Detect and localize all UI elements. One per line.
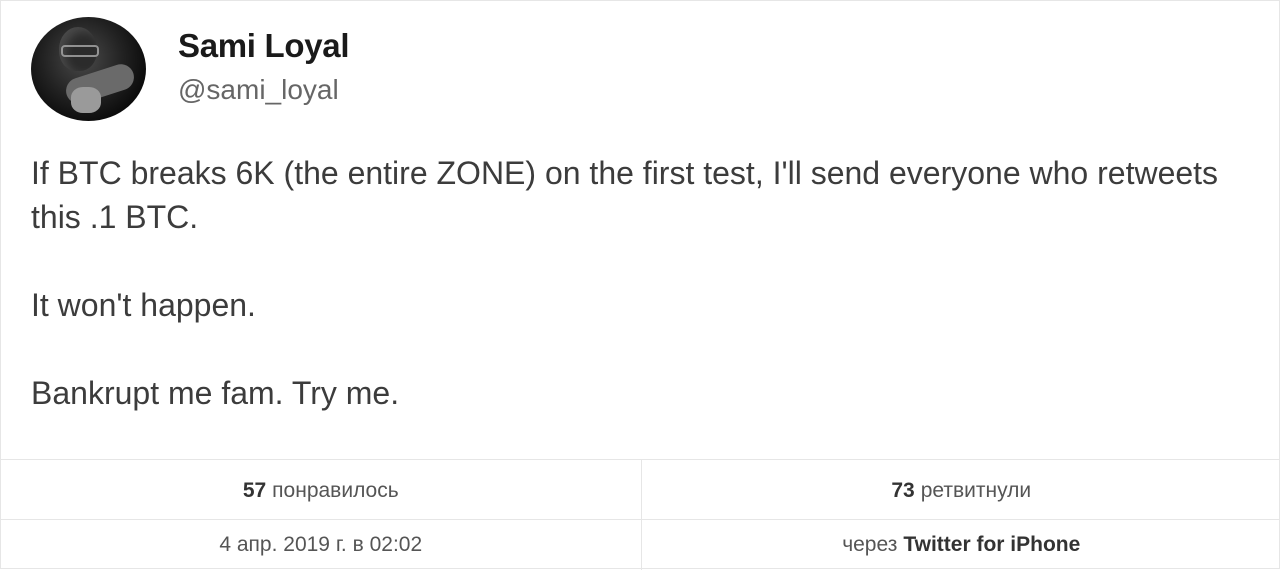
tweet-header: Sami Loyal @sami_loyal bbox=[31, 17, 349, 121]
tweet-stats: 57 понравилось 73 ретвитнули bbox=[1, 459, 1280, 519]
likes-count: 57 bbox=[243, 479, 266, 503]
avatar-hand-shape bbox=[71, 87, 101, 113]
retweets-stat[interactable]: 73 ретвитнули bbox=[641, 460, 1280, 519]
retweets-label: ретвитнули bbox=[921, 479, 1031, 503]
avatar-glasses-shape bbox=[61, 45, 99, 57]
tweet-paragraph: If BTC breaks 6K (the entire ZONE) on th… bbox=[31, 151, 1261, 239]
user-names: Sami Loyal @sami_loyal bbox=[178, 17, 349, 109]
source-prefix: через bbox=[842, 533, 897, 557]
user-handle[interactable]: @sami_loyal bbox=[178, 71, 349, 109]
tweet-paragraph: Bankrupt me fam. Try me. bbox=[31, 371, 1261, 415]
tweet-paragraph: It won't happen. bbox=[31, 283, 1261, 327]
tweet-timestamp: 4 апр. 2019 г. в 02:02 bbox=[219, 533, 422, 557]
avatar[interactable] bbox=[31, 17, 146, 121]
tweet-text: If BTC breaks 6K (the entire ZONE) on th… bbox=[31, 151, 1261, 459]
tweet-source-cell: через Twitter for iPhone bbox=[641, 520, 1280, 570]
tweet-timestamp-cell: 4 апр. 2019 г. в 02:02 bbox=[1, 520, 641, 570]
tweet-meta: 4 апр. 2019 г. в 02:02 через Twitter for… bbox=[1, 519, 1280, 570]
likes-stat[interactable]: 57 понравилось bbox=[1, 460, 641, 519]
display-name[interactable]: Sami Loyal bbox=[178, 27, 349, 65]
tweet-card: Sami Loyal @sami_loyal If BTC breaks 6K … bbox=[0, 0, 1280, 569]
retweets-count: 73 bbox=[891, 479, 914, 503]
source-name[interactable]: Twitter for iPhone bbox=[903, 533, 1080, 557]
likes-label: понравилось bbox=[272, 479, 399, 503]
